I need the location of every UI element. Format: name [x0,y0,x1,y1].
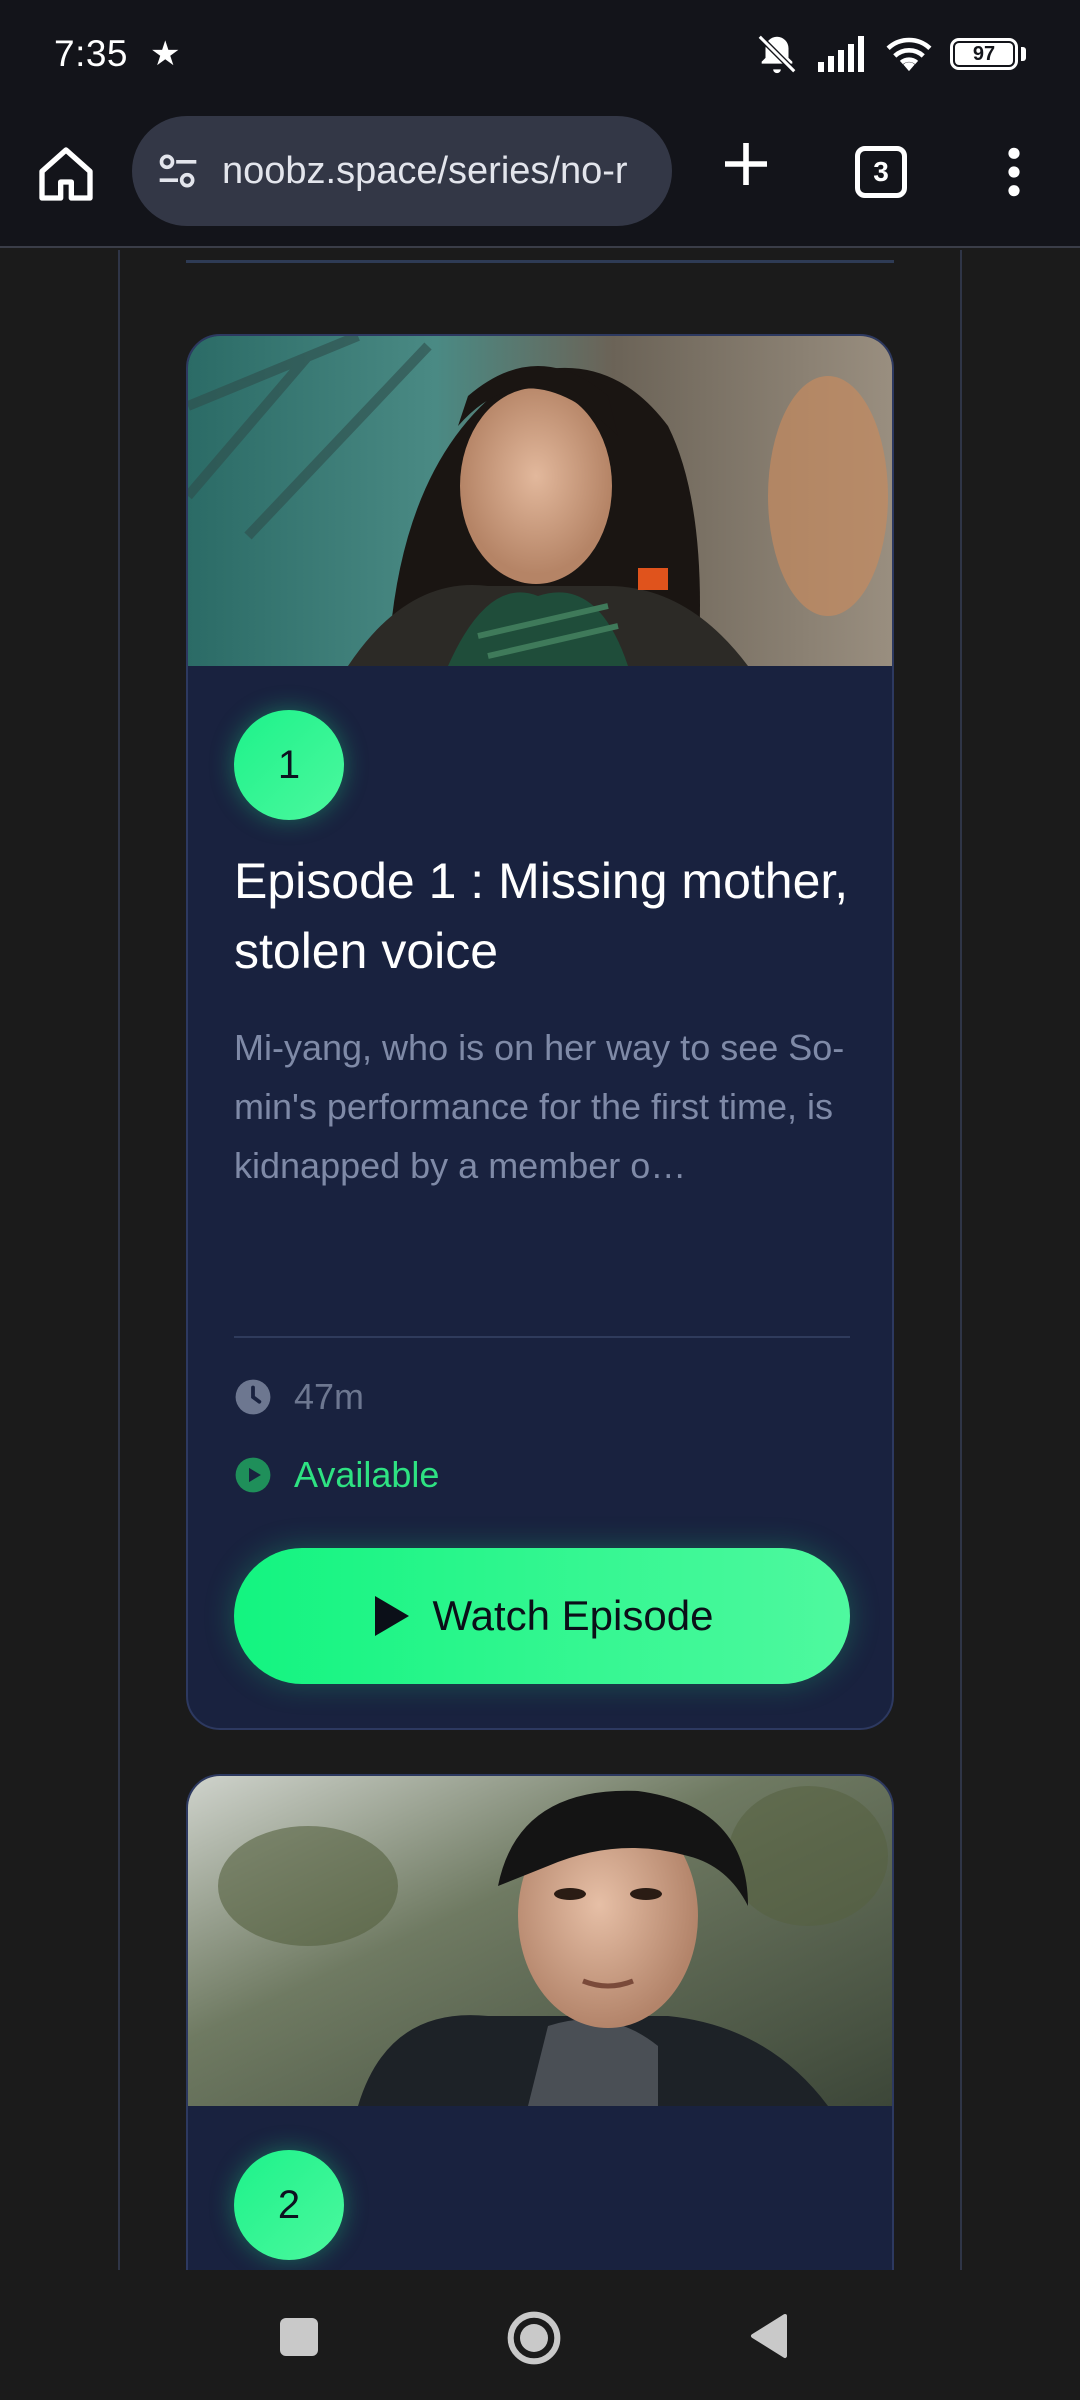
recents-square-icon[interactable] [280,2318,318,2356]
site-settings-icon[interactable] [156,149,200,193]
home-icon[interactable] [34,142,98,206]
url-text: noobz.space/series/no-r [222,149,628,192]
battery-icon: 97 [950,38,1018,70]
episode-duration-row: 47m [234,1376,364,1418]
battery-level: 97 [972,42,996,65]
status-time: 7:35 [54,33,129,74]
navigation-bar [0,2270,1080,2400]
episode-card[interactable]: 2 [186,1774,894,2270]
episode-thumbnail[interactable] [188,336,892,666]
web-page: 1 Episode 1 : Missing mother, stolen voi… [0,250,1080,2270]
card-divider [234,1336,850,1338]
episode-number: 2 [277,2182,301,2227]
episode-duration: 47m [294,1376,365,1417]
battery-cap [1021,47,1026,61]
play-icon [374,1596,409,1636]
play-circle-icon [235,1457,271,1493]
episode-status: Available [294,1454,440,1495]
browser-toolbar: noobz.space/series/no-r 3 [0,108,1080,248]
episode-title[interactable]: Episode 1 : Missing mother, stolen voice [234,846,854,986]
episode-thumbnail[interactable] [188,1776,892,2106]
tab-switcher-icon[interactable]: 3 [855,146,907,198]
signal-icon [818,36,864,72]
watch-episode-label: Watch Episode [432,1592,714,1639]
status-icons: 97 [754,31,1026,77]
new-tab-icon[interactable] [718,136,774,192]
episode-number-badge: 1 [234,710,344,820]
section-divider [186,260,894,263]
episode-card[interactable]: 1 Episode 1 : Missing mother, stolen voi… [186,334,894,1730]
thumbnail-image [188,1776,892,2106]
status-bar: 7:35 ★ 97 [0,0,1080,108]
overflow-menu-icon[interactable] [1000,144,1028,200]
back-triangle-icon[interactable] [748,2312,790,2360]
episode-number-badge: 2 [234,2150,344,2260]
episode-status-row: Available [234,1454,439,1496]
home-circle-icon[interactable] [506,2310,562,2366]
watch-episode-button[interactable]: Watch Episode [234,1548,850,1684]
mute-icon [757,34,797,74]
tab-count-label: 3 [873,156,889,187]
address-bar[interactable]: noobz.space/series/no-r [132,116,672,226]
clock-icon [235,1379,271,1415]
episode-number: 1 [277,742,301,787]
thumbnail-image [188,336,892,666]
star-icon: ★ [150,35,181,73]
wifi-icon [886,37,932,72]
episode-description: Mi-yang, who is on her way to see So-min… [234,1027,845,1186]
